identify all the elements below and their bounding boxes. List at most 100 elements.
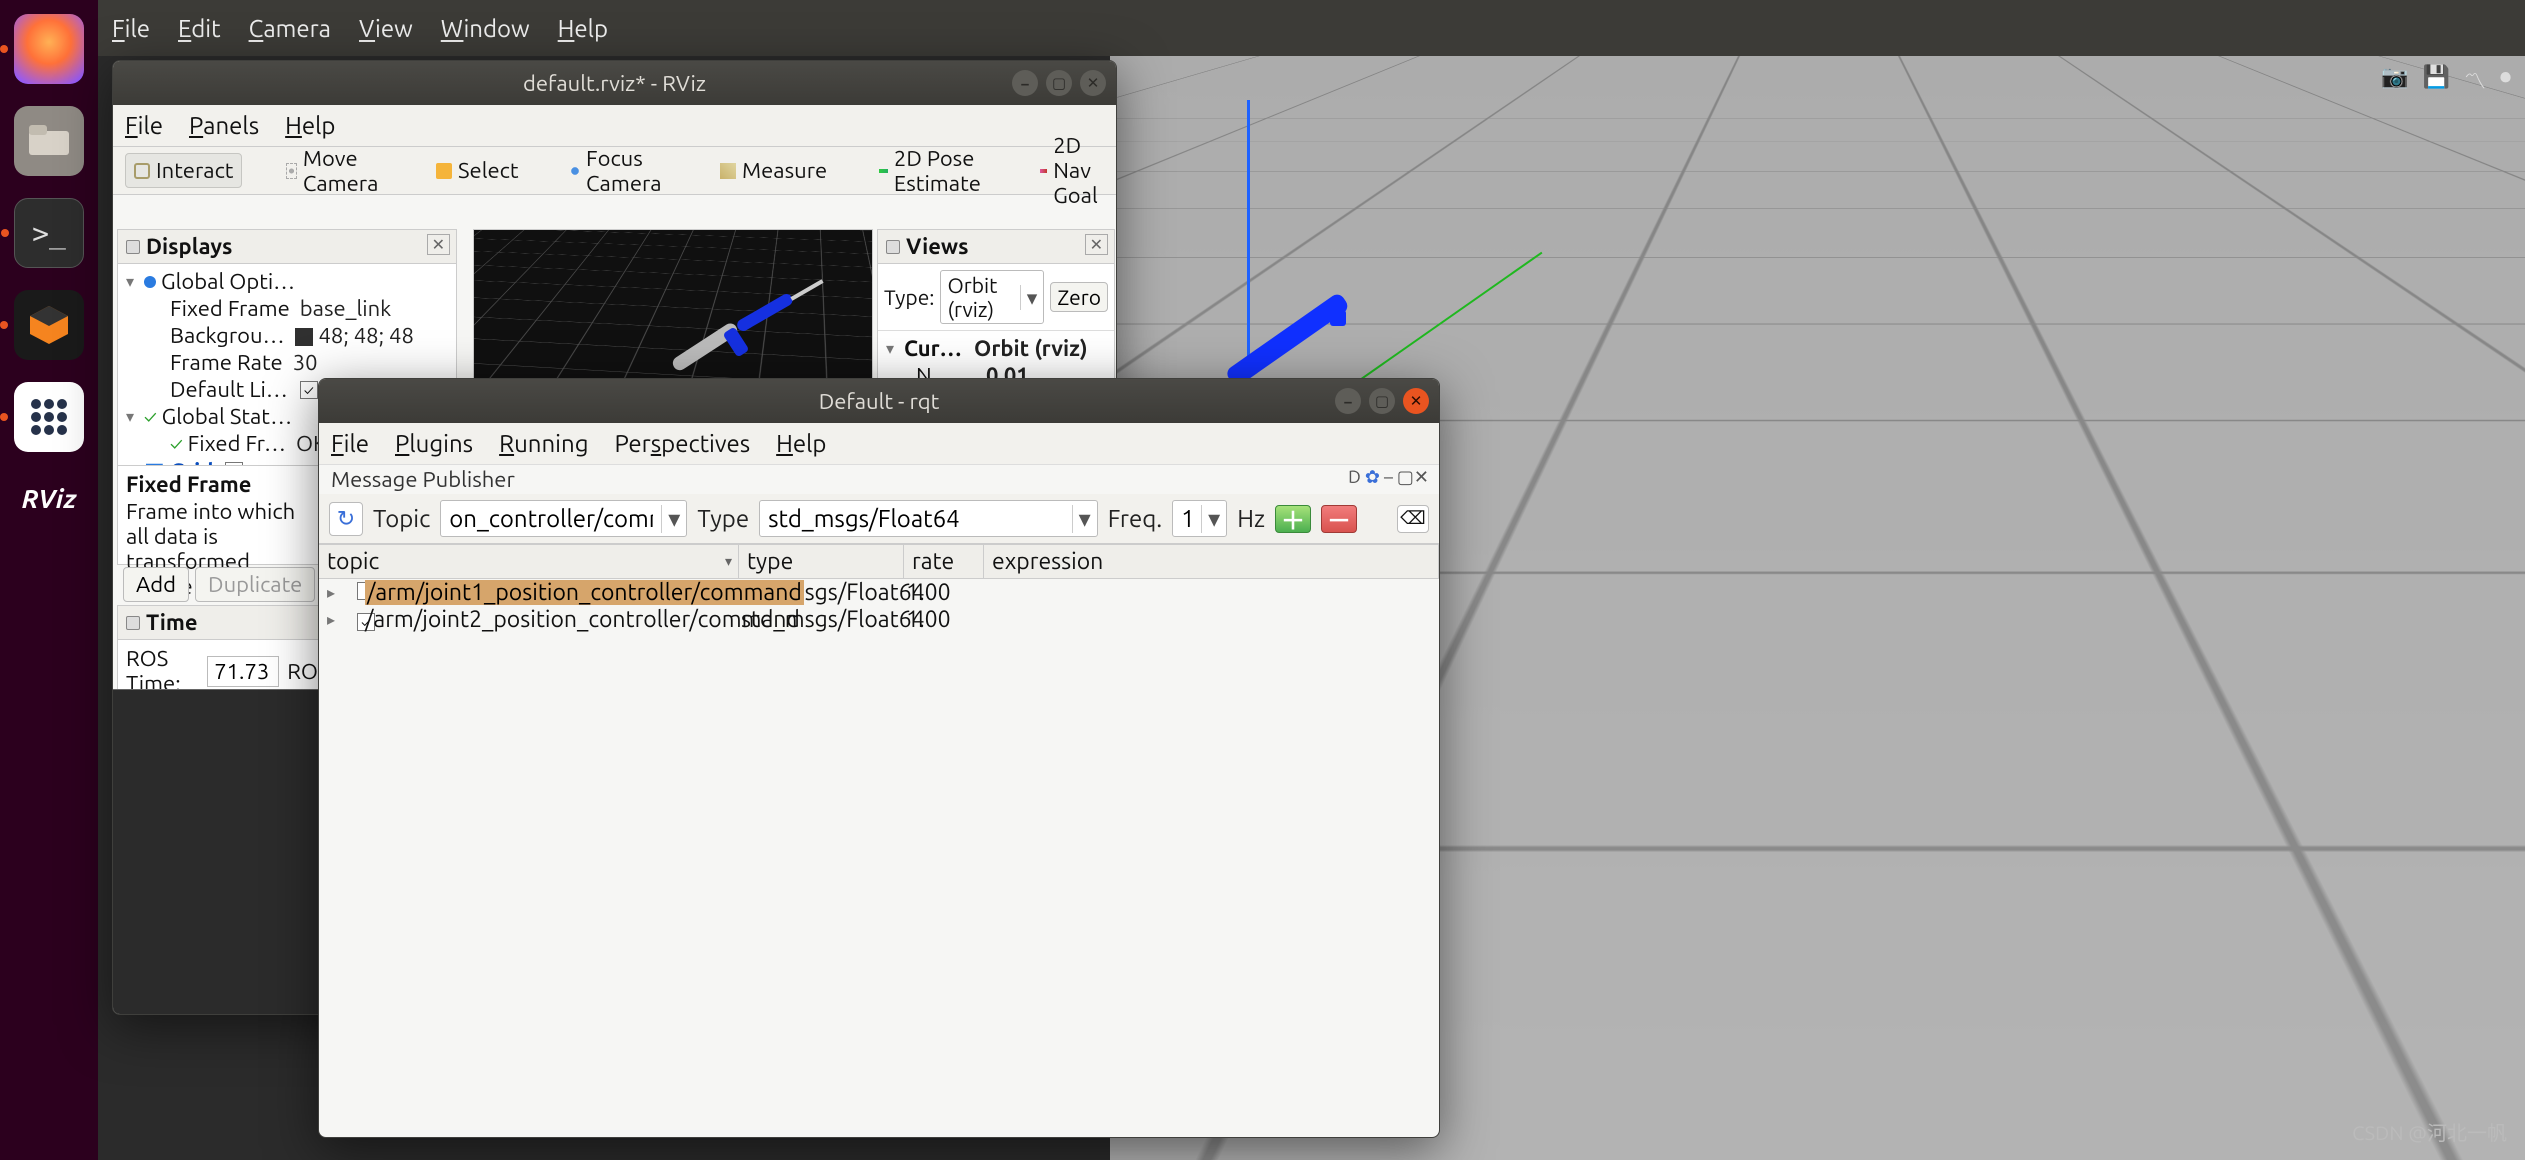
launcher-files-icon[interactable]: [14, 106, 84, 176]
undock-icon[interactable]: D: [1348, 467, 1361, 488]
focus-camera-icon: [570, 163, 580, 179]
color-swatch: [295, 328, 313, 346]
panel-grip-icon: [886, 240, 900, 254]
property-description: Fixed Frame Frame into which all data is…: [117, 465, 321, 565]
maximize-icon[interactable]: ▢: [1046, 70, 1072, 96]
displays-buttons: Add Duplicate Rem: [117, 563, 327, 606]
launcher-gazebo-icon[interactable]: [14, 290, 84, 360]
type-combo[interactable]: ▾: [759, 500, 1098, 537]
record-icon[interactable]: ⏺: [2500, 64, 2511, 96]
gazebo-toolbar-right: 📷 💾 〽 ⏺: [2381, 64, 2511, 96]
rviz-title: default.rviz* - RViz: [523, 71, 706, 96]
topic-combo[interactable]: ▾: [440, 500, 687, 537]
camera-icon[interactable]: 📷: [2381, 64, 2408, 96]
tool-move-camera[interactable]: Move Camera: [278, 142, 392, 200]
tool-2d-pose-estimate[interactable]: 2D Pose Estimate: [871, 142, 996, 200]
rqt-menu-running[interactable]: Running: [499, 430, 588, 457]
views-header[interactable]: Views ✕: [878, 230, 1114, 264]
tool-interact[interactable]: Interact: [125, 153, 242, 188]
menu-camera[interactable]: Camera: [249, 15, 331, 42]
add-button[interactable]: Add: [123, 567, 189, 602]
duplicate-button[interactable]: Duplicate: [195, 567, 315, 602]
rqt-menubar: File Plugins Running Perspectives Help: [319, 423, 1439, 465]
rqt-window: Default - rqt – ▢ ✕ File Plugins Running…: [318, 378, 1440, 1138]
views-type-row: Type: Orbit (rviz)▾ Zero: [878, 264, 1114, 331]
rqt-toolbar: ↻ Topic ▾ Type ▾ Freq. ▾ Hz ＋ － ⌫: [319, 494, 1439, 544]
rviz-titlebar[interactable]: default.rviz* - RViz – ▢ ✕: [113, 61, 1116, 105]
row-rate: 1.00: [898, 579, 978, 606]
freq-combo[interactable]: ▾: [1172, 500, 1227, 537]
interact-icon: [134, 163, 150, 179]
menu-view[interactable]: View: [359, 15, 413, 42]
maximize-icon[interactable]: ▢: [1369, 388, 1395, 414]
minimize-icon[interactable]: –: [1335, 388, 1361, 414]
menu-window[interactable]: Window: [441, 15, 530, 42]
expand-icon[interactable]: ▸: [319, 610, 337, 629]
close-icon[interactable]: ✕: [1403, 388, 1429, 414]
hz-label: Hz: [1237, 505, 1265, 532]
rqt-titlebar[interactable]: Default - rqt – ▢ ✕: [319, 379, 1439, 423]
rqt-menu-file[interactable]: File: [331, 430, 369, 457]
tool-select[interactable]: Select: [428, 154, 526, 187]
gazebo-menubar: File Edit Camera View Window Help: [98, 0, 2525, 56]
chart-icon[interactable]: 〽: [2464, 64, 2486, 96]
views-zero-button[interactable]: Zero: [1050, 282, 1108, 312]
table-row[interactable]: ▸✓/arm/joint2_position_controller/comman…: [319, 606, 1439, 633]
panel-close-icon[interactable]: ✕: [1085, 234, 1108, 255]
menu-edit[interactable]: Edit: [178, 15, 221, 42]
rviz-menu-file[interactable]: File: [125, 112, 163, 139]
launcher-rviz-icon[interactable]: RViz: [22, 474, 77, 513]
table-row[interactable]: ▸/arm/joint1_position_controller/command…: [319, 579, 1439, 606]
refresh-button[interactable]: ↻: [329, 502, 363, 536]
rviz-menu-panels[interactable]: Panels: [189, 112, 259, 139]
time-title: Time: [146, 610, 198, 635]
minimize-plugin-icon[interactable]: –: [1384, 467, 1393, 488]
header-rate[interactable]: rate: [904, 545, 984, 578]
clear-button[interactable]: ⌫: [1397, 505, 1429, 533]
panel-grip-icon: [126, 616, 140, 630]
chevron-down-icon: ▾: [661, 505, 686, 533]
header-topic[interactable]: topic▾: [319, 545, 739, 578]
chevron-down-icon: ▾: [1020, 285, 1044, 310]
panel-close-icon[interactable]: ✕: [427, 234, 450, 255]
launcher-terminal-icon[interactable]: >_: [14, 198, 84, 268]
select-icon: [436, 163, 452, 179]
save-icon[interactable]: 💾: [2423, 64, 2450, 96]
ros-time-field[interactable]: [207, 656, 279, 687]
rviz-menu-help[interactable]: Help: [285, 112, 335, 139]
tool-focus-camera[interactable]: Focus Camera: [562, 142, 676, 200]
launcher-ros-icon[interactable]: [14, 382, 84, 452]
displays-title: Displays: [146, 234, 232, 259]
tool-2d-nav-goal[interactable]: 2D Nav Goal: [1032, 129, 1115, 212]
chevron-down-icon: ▾: [1201, 505, 1226, 533]
time-header[interactable]: Time: [118, 606, 326, 640]
freq-label: Freq.: [1108, 505, 1162, 532]
tool-measure[interactable]: Measure: [712, 154, 835, 187]
rqt-menu-help[interactable]: Help: [776, 430, 826, 457]
ros-time-suffix: RO: [287, 659, 318, 684]
launcher-firefox-icon[interactable]: [14, 14, 84, 84]
checkbox-checked-icon[interactable]: ✓: [300, 381, 318, 399]
rqt-menu-perspectives[interactable]: Perspectives: [615, 430, 751, 457]
displays-header[interactable]: Displays ✕: [118, 230, 456, 264]
expand-icon[interactable]: ▸: [319, 583, 337, 602]
remove-publisher-button[interactable]: －: [1321, 505, 1357, 533]
nav-goal-icon: [1040, 169, 1047, 173]
table-header-row: topic▾ type rate expression: [319, 545, 1439, 579]
gazebo-robot-tip: [1330, 310, 1346, 326]
views-type-select[interactable]: Orbit (rviz)▾: [940, 270, 1044, 324]
header-expression[interactable]: expression: [984, 545, 1439, 578]
settings-icon[interactable]: ✿: [1365, 467, 1380, 488]
rqt-menu-plugins[interactable]: Plugins: [395, 430, 473, 457]
minimize-icon[interactable]: –: [1012, 70, 1038, 96]
close-plugin-icon[interactable]: ▢✕: [1397, 467, 1429, 488]
views-title: Views: [906, 234, 969, 259]
add-publisher-button[interactable]: ＋: [1275, 505, 1311, 533]
measure-icon: [720, 163, 736, 179]
menu-help[interactable]: Help: [558, 15, 608, 42]
menu-file[interactable]: File: [112, 15, 150, 42]
header-type[interactable]: type: [739, 545, 904, 578]
publishers-table: topic▾ type rate expression ▸/arm/joint1…: [319, 544, 1439, 633]
sort-caret-icon: ▾: [725, 553, 732, 570]
close-icon[interactable]: ✕: [1080, 70, 1106, 96]
